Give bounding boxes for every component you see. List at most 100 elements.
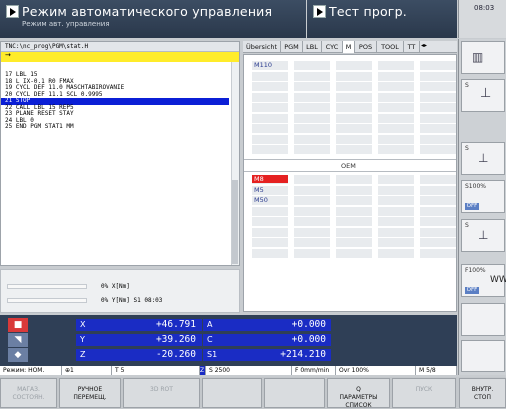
m-cell (336, 175, 372, 184)
status-tabs: Übersicht PGM LBL CYC M POS TOOL TT ◂▸ (243, 41, 457, 53)
m-cell (294, 82, 330, 91)
m-cell (420, 61, 456, 70)
mode-status: Режим: НОМ. (0, 366, 62, 375)
machine-icon: ▥ (472, 50, 484, 64)
coolant-icon: ⊥ (478, 228, 489, 242)
m-cell (336, 185, 372, 195)
tab-pos[interactable]: POS (355, 41, 377, 53)
axis-value-x: +46.791 (155, 319, 196, 330)
program-line[interactable]: 25 END PGM STAT1 MM (5, 123, 231, 131)
oem-m-code: M50 (252, 196, 288, 204)
status-row: Режим: НОМ. ⊕1 T 5 Z S 2500 F 0mm/min Ov… (0, 366, 457, 375)
m-cell (294, 227, 330, 237)
spindle-off-toggle[interactable]: OFF (465, 203, 479, 210)
m-cell (420, 71, 456, 81)
tab-pgm[interactable]: PGM (281, 41, 303, 53)
softkey-2[interactable]: РУЧНОЕ ПЕРЕМЕЩ. (59, 378, 121, 408)
spindle-override-button[interactable]: S100% OFF (461, 180, 505, 213)
m-cell (336, 103, 372, 112)
m-cell (378, 82, 414, 91)
m-cell (294, 206, 330, 216)
mode-subtitle: Режим авт. управления (22, 20, 110, 28)
m-cell (336, 92, 372, 102)
m-cell (378, 248, 414, 258)
m-cell (294, 134, 330, 144)
m-cell (294, 248, 330, 258)
tool-status: ⊕1 (62, 366, 112, 375)
clock-panel: 08:03 (458, 0, 506, 38)
tab-tool[interactable]: TOOL (377, 41, 404, 53)
m-cell (294, 145, 330, 154)
side-blank-button[interactable] (461, 303, 505, 336)
m-cell (252, 238, 288, 247)
workpiece-icon[interactable]: ◆ (8, 348, 28, 362)
spindle-toggle-button[interactable]: S ⊥ (461, 142, 505, 175)
clock: 08:03 (474, 4, 495, 12)
load-panel: 0% X[Nm] 0% Y[Nm] S1 08:03 (0, 269, 240, 313)
softkey-4[interactable] (202, 378, 262, 408)
softkey-bar: МАГАЗ. СОСТОЯН. РУЧНОЕ ПЕРЕМЕЩ. 3D ROT Q ПА… (0, 377, 506, 409)
axis-value-z: -20.260 (155, 349, 196, 360)
override: Ovr 100% (336, 366, 416, 375)
m-cell (420, 103, 456, 112)
tab-übersicht[interactable]: Übersicht (243, 41, 281, 53)
spindle-view-button[interactable]: S ⊥ (461, 79, 505, 112)
softkey-3[interactable]: 3D ROT (123, 378, 200, 408)
machine-view-button[interactable]: ▥ (461, 41, 505, 74)
coolant-button[interactable]: S ⊥ (461, 219, 505, 252)
m-cell (252, 217, 288, 226)
m-cell (294, 124, 330, 133)
m-cell (378, 71, 414, 81)
m-cell (252, 134, 288, 144)
m-cell (420, 185, 456, 195)
m-cell (378, 185, 414, 195)
tab-tt[interactable]: TT (404, 41, 420, 53)
m-cell (252, 103, 288, 112)
tool-icon[interactable]: ◥ (8, 333, 28, 347)
m-cell (252, 71, 288, 81)
tab-m[interactable]: M (343, 41, 355, 53)
axis-value-y: +39.260 (155, 334, 196, 345)
axis-value-s1: +214.210 (280, 349, 326, 360)
m-cell (294, 185, 330, 195)
oem-m-code: M8 (252, 175, 288, 183)
tab-scroll-arrows-icon[interactable]: ◂▸ (421, 42, 427, 49)
m-cell (252, 206, 288, 216)
feed-override-label: F100% (465, 267, 486, 274)
m-cell (336, 134, 372, 144)
program-scroll-thumb[interactable] (232, 180, 238, 264)
m-cell (378, 124, 414, 133)
m-cell (378, 175, 414, 184)
tab-cyc[interactable]: CYC (322, 41, 343, 53)
program-panel[interactable]: TNC:\nc_prog\PGM\stat.H → 17 LBL 15 18 L … (0, 41, 240, 266)
tab-lbl[interactable]: LBL (303, 41, 322, 53)
softkey-8[interactable]: ВНУТР. СТОП (459, 378, 506, 408)
m-functions-panel: M110 OEM M8 M5 M50 (243, 54, 457, 312)
feed-off-toggle[interactable]: OFF (465, 287, 479, 294)
spindle-override-label: S100% (465, 183, 486, 190)
spindle-toggle-label: S (465, 145, 469, 152)
m-cell (252, 145, 288, 154)
mode-title: Режим автоматического управления (22, 4, 273, 19)
stop-icon[interactable]: ■ (8, 318, 28, 332)
m-cell (294, 103, 330, 112)
softkey-1[interactable]: МАГАЗ. СОСТОЯН. (0, 378, 57, 408)
softkey-7[interactable]: ПУСК (392, 378, 456, 408)
m-cell (336, 196, 372, 205)
side-blank-button-2[interactable] (461, 340, 505, 372)
softkey-6[interactable]: Q ПАРАМЕТРЫ СПИСОК (327, 378, 390, 409)
m-cell (252, 82, 288, 91)
m-cell (378, 92, 414, 102)
axis-value-c: +0.000 (291, 334, 326, 345)
feed-override-button[interactable]: F100% WW OFF (461, 264, 506, 297)
spindle-label: S (465, 82, 469, 89)
softkey-5[interactable] (264, 378, 325, 408)
tool-number: T 5 (112, 366, 200, 375)
m-cell (336, 227, 372, 237)
m-cell (294, 61, 330, 70)
secondary-mode-title: Тест прогр. (329, 4, 407, 19)
m-cell (336, 248, 372, 258)
m-cell (420, 124, 456, 133)
m-cell (378, 227, 414, 237)
spindle-on-icon: ⊥ (478, 151, 489, 165)
